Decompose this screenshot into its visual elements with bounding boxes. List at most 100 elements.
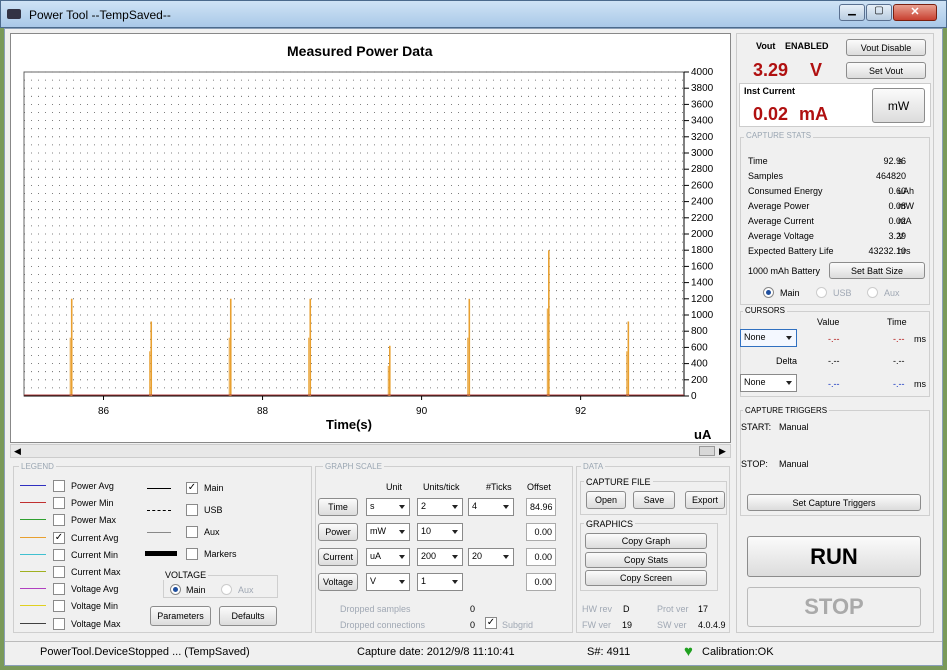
- voltage-aux-label: Aux: [238, 585, 254, 595]
- delta-value: -.--: [828, 356, 840, 366]
- delta-label: Delta: [776, 356, 798, 366]
- set-batt-size-button[interactable]: Set Batt Size: [829, 262, 925, 279]
- x-tick-label: 86: [98, 406, 110, 417]
- legend-checkbox[interactable]: [53, 566, 65, 578]
- cursor1-select[interactable]: None: [740, 329, 797, 347]
- trigger-stop-label: STOP:: [741, 459, 768, 469]
- stats-main-label: Main: [780, 288, 800, 298]
- legend-label: Voltage Min: [71, 601, 119, 612]
- stat-value: 3.29: [888, 231, 906, 241]
- export-button[interactable]: Export: [685, 491, 725, 509]
- open-button[interactable]: Open: [586, 491, 626, 509]
- scale-units-per-tick-select[interactable]: 10: [417, 523, 463, 541]
- horizontal-scrollbar[interactable]: ◀ ▶: [10, 444, 731, 458]
- cursor1-value: -.--: [828, 334, 840, 344]
- legend-checkbox[interactable]: [53, 548, 65, 561]
- y-tick-label: 1400: [691, 278, 714, 289]
- x-tick-label: 90: [416, 406, 428, 417]
- cursor2-select[interactable]: None: [740, 374, 797, 392]
- subgrid-checkbox[interactable]: ✓: [485, 617, 497, 629]
- scale-offset-input[interactable]: 84.96: [526, 498, 556, 516]
- set-vout-button[interactable]: Set Vout: [846, 62, 926, 79]
- legend-checkbox[interactable]: ✓: [53, 531, 65, 544]
- scale-ticks-header: #Ticks: [486, 482, 512, 492]
- hw-rev-label: HW rev: [582, 604, 612, 614]
- main-line-sample: [147, 488, 171, 489]
- copy-graph-button[interactable]: Copy Graph: [585, 533, 707, 549]
- sw-ver-value: 4.0.4.9: [698, 620, 726, 630]
- line-type-checkbox[interactable]: [186, 526, 198, 538]
- line-type-label: Aux: [204, 527, 220, 537]
- y-tick-label: 800: [691, 326, 708, 337]
- stop-button[interactable]: STOP: [747, 587, 921, 627]
- y-tick-label: 2400: [691, 197, 714, 208]
- set-capture-triggers-button[interactable]: Set Capture Triggers: [747, 494, 921, 511]
- legend-checkbox[interactable]: [53, 514, 65, 527]
- minimize-button[interactable]: ▁: [839, 4, 865, 21]
- window-title: Power Tool --TempSaved--: [29, 8, 171, 22]
- scroll-right-icon[interactable]: ▶: [719, 446, 726, 457]
- voltage-aux-radio[interactable]: [221, 584, 232, 595]
- stat-unit: V: [898, 231, 905, 241]
- scale-offset-input[interactable]: 0.00: [526, 573, 556, 591]
- power-chart[interactable]: 0 200 400 600 800 1000 1200 1400 1600 1800 2000 220…: [11, 34, 732, 444]
- scale-offset-input[interactable]: 0.00: [526, 548, 556, 566]
- scale-offset-input[interactable]: 0.00: [526, 523, 556, 541]
- legend-label: Current Max: [71, 567, 121, 577]
- y-tick-label: 1200: [691, 294, 714, 305]
- stat-value: 0.60: [888, 186, 906, 196]
- scroll-thumb[interactable]: [699, 446, 715, 456]
- scale-row-label: Voltage: [318, 573, 358, 591]
- scroll-left-icon[interactable]: ◀: [14, 446, 21, 457]
- hw-rev-value: D: [623, 604, 630, 614]
- scale-unit-select[interactable]: uA: [366, 548, 410, 566]
- cursor2-ms: ms: [914, 379, 926, 389]
- y-tick-label: 1800: [691, 245, 714, 256]
- copy-screen-button[interactable]: Copy Screen: [585, 570, 707, 586]
- stats-usb-radio[interactable]: [816, 287, 827, 298]
- y-tick-label: 200: [691, 375, 708, 386]
- subgrid-label: Subgrid: [502, 620, 534, 630]
- run-button[interactable]: RUN: [747, 536, 921, 577]
- scale-units-per-tick-select[interactable]: 2: [417, 498, 463, 516]
- voltage-main-label: Main: [186, 585, 206, 595]
- voltage-title: VOLTAGE: [163, 570, 209, 580]
- legend-checkbox[interactable]: [53, 617, 65, 630]
- markers-sample: [145, 551, 177, 556]
- save-button[interactable]: Save: [633, 491, 675, 509]
- legend-color-swatch: [20, 553, 46, 555]
- trigger-start-label: START:: [741, 422, 772, 432]
- inst-current-unit: mA: [799, 104, 829, 124]
- line-type-checkbox[interactable]: ✓: [186, 482, 198, 494]
- scale-ticks-select[interactable]: 20: [468, 548, 514, 566]
- legend-checkbox[interactable]: [53, 497, 65, 510]
- line-type-checkbox[interactable]: [186, 504, 198, 516]
- defaults-button[interactable]: Defaults: [219, 606, 277, 626]
- stat-value: 43232.10: [868, 246, 906, 256]
- voltage-main-radio[interactable]: [170, 584, 181, 595]
- legend-checkbox[interactable]: [53, 480, 65, 492]
- cursor-value-header: Value: [817, 317, 840, 327]
- legend-checkbox[interactable]: [53, 583, 65, 596]
- scale-ticks-select[interactable]: 4: [468, 498, 514, 516]
- stat-label: Average Power: [748, 201, 810, 211]
- scale-unit-select[interactable]: s: [366, 498, 410, 516]
- parameters-button[interactable]: Parameters: [150, 606, 211, 626]
- fw-ver-label: FW ver: [582, 620, 611, 630]
- stat-unit: mA: [898, 216, 912, 226]
- maximize-button[interactable]: ▢: [866, 4, 892, 21]
- legend-checkbox[interactable]: [53, 600, 65, 613]
- scale-units-per-tick-select[interactable]: 200: [417, 548, 463, 566]
- scale-unit-select[interactable]: V: [366, 573, 410, 591]
- scale-units-per-tick-select[interactable]: 1: [417, 573, 463, 591]
- line-type-checkbox[interactable]: [186, 548, 198, 560]
- scale-unit-select[interactable]: mW: [366, 523, 410, 541]
- stats-main-radio[interactable]: [763, 287, 774, 298]
- stat-unit: mW: [898, 201, 914, 211]
- dropped-samples-value: 0: [470, 604, 476, 614]
- vout-disable-button[interactable]: Vout Disable: [846, 39, 926, 56]
- mw-toggle-button[interactable]: mW: [872, 88, 925, 123]
- stats-aux-radio[interactable]: [867, 287, 878, 298]
- copy-stats-button[interactable]: Copy Stats: [585, 552, 707, 568]
- close-button[interactable]: ✕: [893, 4, 937, 21]
